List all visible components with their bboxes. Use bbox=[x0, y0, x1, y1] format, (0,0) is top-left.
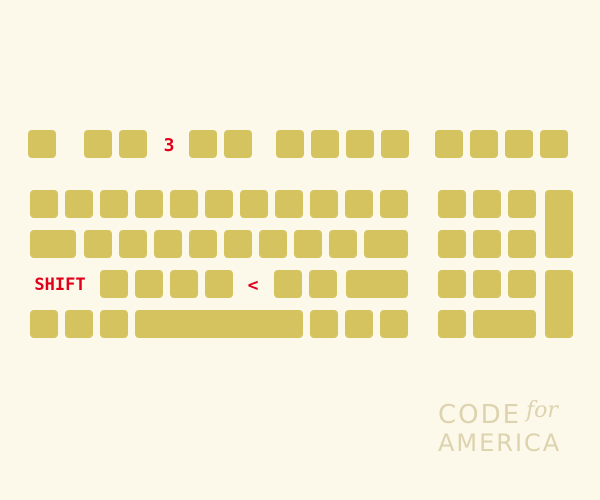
keyboard-key bbox=[470, 130, 498, 158]
keyboard-key bbox=[473, 230, 501, 258]
keyboard-key bbox=[438, 310, 466, 338]
keyboard-key bbox=[154, 230, 182, 258]
keyboard-key bbox=[381, 130, 409, 158]
keyboard-key bbox=[65, 190, 93, 218]
keyboard-key bbox=[224, 130, 252, 158]
keyboard-key bbox=[30, 310, 58, 338]
keyboard-key bbox=[84, 230, 112, 258]
less-than-label: < bbox=[247, 274, 259, 296]
keyboard-key bbox=[205, 270, 233, 298]
keyboard-key bbox=[119, 130, 147, 158]
keyboard-key bbox=[438, 190, 466, 218]
keyboard-illustration: 3 SHIFT < CODE for AMERICA bbox=[0, 0, 600, 500]
keyboard-key bbox=[508, 190, 536, 218]
keyboard-key bbox=[438, 230, 466, 258]
keyboard-key bbox=[473, 190, 501, 218]
keyboard-key bbox=[345, 310, 373, 338]
keyboard-key bbox=[364, 230, 408, 258]
keyboard-key bbox=[135, 190, 163, 218]
keyboard-key bbox=[100, 190, 128, 218]
keyboard-key bbox=[346, 130, 374, 158]
keyboard-key bbox=[170, 190, 198, 218]
keyboard-key bbox=[508, 270, 536, 298]
code-for-america-logo: CODE for AMERICA bbox=[438, 398, 588, 458]
keyboard-key bbox=[189, 130, 217, 158]
logo-america-text: AMERICA bbox=[438, 429, 562, 457]
keyboard-key bbox=[135, 270, 163, 298]
keyboard-key bbox=[380, 310, 408, 338]
shift-label: SHIFT bbox=[34, 275, 86, 295]
logo-code-text: CODE bbox=[438, 400, 522, 430]
keyboard-key bbox=[473, 270, 501, 298]
keyboard-key bbox=[30, 190, 58, 218]
keyboard-key bbox=[189, 230, 217, 258]
keyboard-key bbox=[310, 190, 338, 218]
keyboard-key bbox=[505, 130, 533, 158]
keyboard-key bbox=[311, 130, 339, 158]
keyboard-key bbox=[276, 130, 304, 158]
keyboard-key bbox=[30, 230, 76, 258]
keyboard-key bbox=[345, 190, 373, 218]
keyboard-key bbox=[329, 230, 357, 258]
keyboard-key bbox=[438, 270, 466, 298]
keyboard-key bbox=[100, 270, 128, 298]
keyboard-key bbox=[135, 310, 303, 338]
keyboard-key bbox=[473, 310, 536, 338]
keyboard-key bbox=[545, 270, 573, 338]
digit-three-label: 3 bbox=[163, 134, 175, 156]
logo-for-text: for bbox=[526, 398, 558, 423]
keyboard-key bbox=[274, 270, 302, 298]
keyboard-key bbox=[84, 130, 112, 158]
keyboard-key bbox=[28, 130, 56, 158]
keyboard-key bbox=[224, 230, 252, 258]
keyboard-key bbox=[508, 230, 536, 258]
keyboard-key bbox=[100, 310, 128, 338]
keyboard-key bbox=[170, 270, 198, 298]
keyboard-key bbox=[346, 270, 408, 298]
keyboard-key bbox=[309, 270, 337, 298]
keyboard-key bbox=[205, 190, 233, 218]
keyboard-key bbox=[65, 310, 93, 338]
keyboard-key bbox=[275, 190, 303, 218]
keyboard-key bbox=[545, 190, 573, 258]
keyboard-key bbox=[435, 130, 463, 158]
keyboard-key bbox=[310, 310, 338, 338]
keyboard-key bbox=[380, 190, 408, 218]
keyboard-key bbox=[294, 230, 322, 258]
keyboard-key bbox=[240, 190, 268, 218]
keyboard-key bbox=[119, 230, 147, 258]
keyboard-key bbox=[259, 230, 287, 258]
keyboard-key bbox=[540, 130, 568, 158]
